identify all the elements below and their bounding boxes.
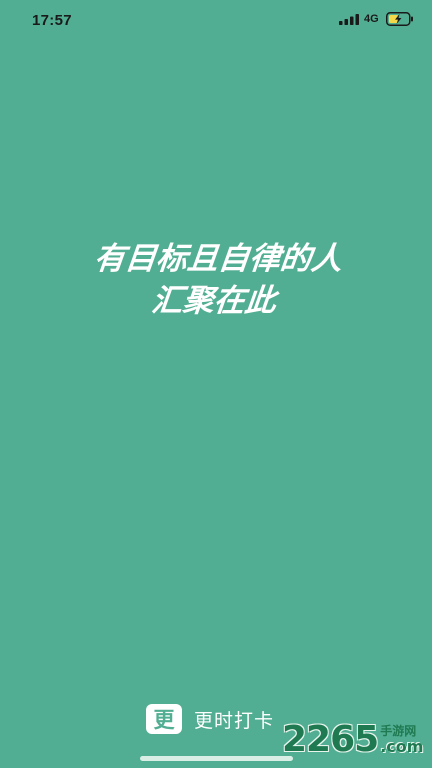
slogan-line-2: 汇聚在此 [149,283,278,319]
watermark-cn: 手游网 [380,724,417,738]
status-bar: 17:57 4G [0,0,432,44]
watermark-side: 手游网 .com [380,724,423,756]
signal-bars-icon [339,14,359,25]
splash-slogan: 有目标且自律的人 汇聚在此 [0,238,432,322]
site-watermark: 2265 手游网 .com [282,712,423,762]
app-brand: 更 更时打卡 [146,702,274,736]
slogan-line-1: 有目标且自律的人 [92,241,345,277]
battery-charging-icon [386,12,413,26]
app-name: 更时打卡 [194,709,275,732]
watermark-number: 2265 [282,719,379,760]
home-indicator[interactable] [140,756,293,761]
status-time: 17:57 [32,12,72,29]
watermark-com: .com [380,737,424,756]
app-logo-icon: 更 [146,704,182,734]
network-type: 4G [364,13,379,25]
